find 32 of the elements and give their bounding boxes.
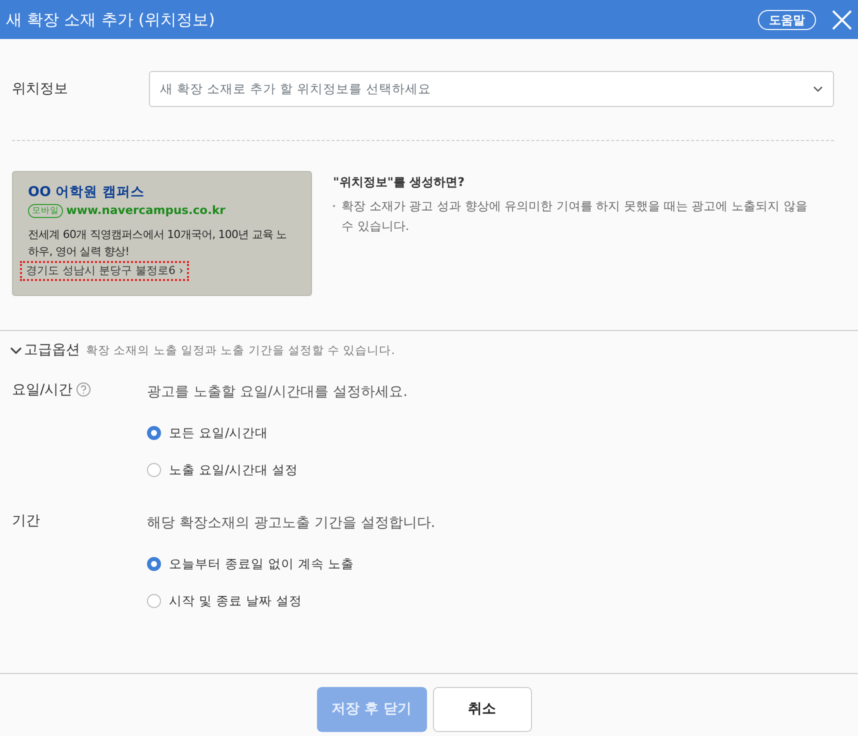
radio-label[interactable]: 노출 요일/시간대 설정	[169, 460, 298, 480]
select-placeholder: 새 확장 소재로 추가 할 위치정보를 선택하세요	[160, 80, 432, 98]
section-label: 요일/시간	[12, 381, 73, 400]
ad-address[interactable]: 경기도 성남시 분당구 불정로6 ›	[20, 260, 190, 282]
location-select[interactable]: 새 확장 소재로 추가 할 위치정보를 선택하세요	[149, 71, 834, 107]
radio-button[interactable]	[147, 463, 161, 477]
radio-button[interactable]	[147, 557, 161, 571]
section-description: 해당 확장소재의 광고노출 기간을 설정합니다.	[147, 514, 436, 533]
advanced-description: 확장 소재의 노출 일정과 노출 기간을 설정할 수 있습니다.	[86, 342, 395, 359]
radio-label[interactable]: 모든 요일/시간대	[169, 424, 268, 442]
close-button[interactable]	[830, 8, 854, 32]
window-title: 새 확장 소재 추가 (위치정보)	[6, 8, 216, 30]
radio-label[interactable]: 시작 및 종료 날짜 설정	[169, 592, 302, 610]
radio-label[interactable]: 오늘부터 종료일 없이 계속 노출	[169, 554, 354, 574]
radio-button[interactable]	[147, 426, 161, 440]
ad-description: 전세계 60개 직영캠퍼스에서 10개국어, 100년 교육 노하우, 영어 실력 향상!	[28, 226, 288, 260]
chevron-down-icon	[10, 346, 22, 354]
info-title: "위치정보"를 생성하면?	[333, 174, 466, 191]
field-label: 위치정보	[12, 80, 69, 98]
chevron-down-icon	[813, 86, 823, 92]
mobile-badge: 모바일	[28, 204, 63, 218]
help-button[interactable]: 도움말	[758, 10, 816, 30]
section-description: 광고를 노출할 요일/시간대를 설정하세요.	[147, 383, 408, 402]
ad-url: www.navercampus.co.kr	[66, 202, 226, 220]
section-label: 기간	[12, 512, 40, 531]
info-text: 확장 소재가 광고 성과 향상에 유의미한 기여를 하지 못했을 때는 광고에 노출되지 않을 수 있습니다.	[342, 198, 808, 236]
cancel-button[interactable]: 취소	[432, 687, 532, 732]
help-icon[interactable]	[76, 382, 91, 397]
advanced-options-toggle[interactable]: 고급옵션	[10, 340, 80, 361]
close-icon	[830, 8, 854, 32]
radio-button[interactable]	[147, 594, 161, 608]
ad-title: OO 어학원 캠퍼스	[28, 183, 146, 202]
